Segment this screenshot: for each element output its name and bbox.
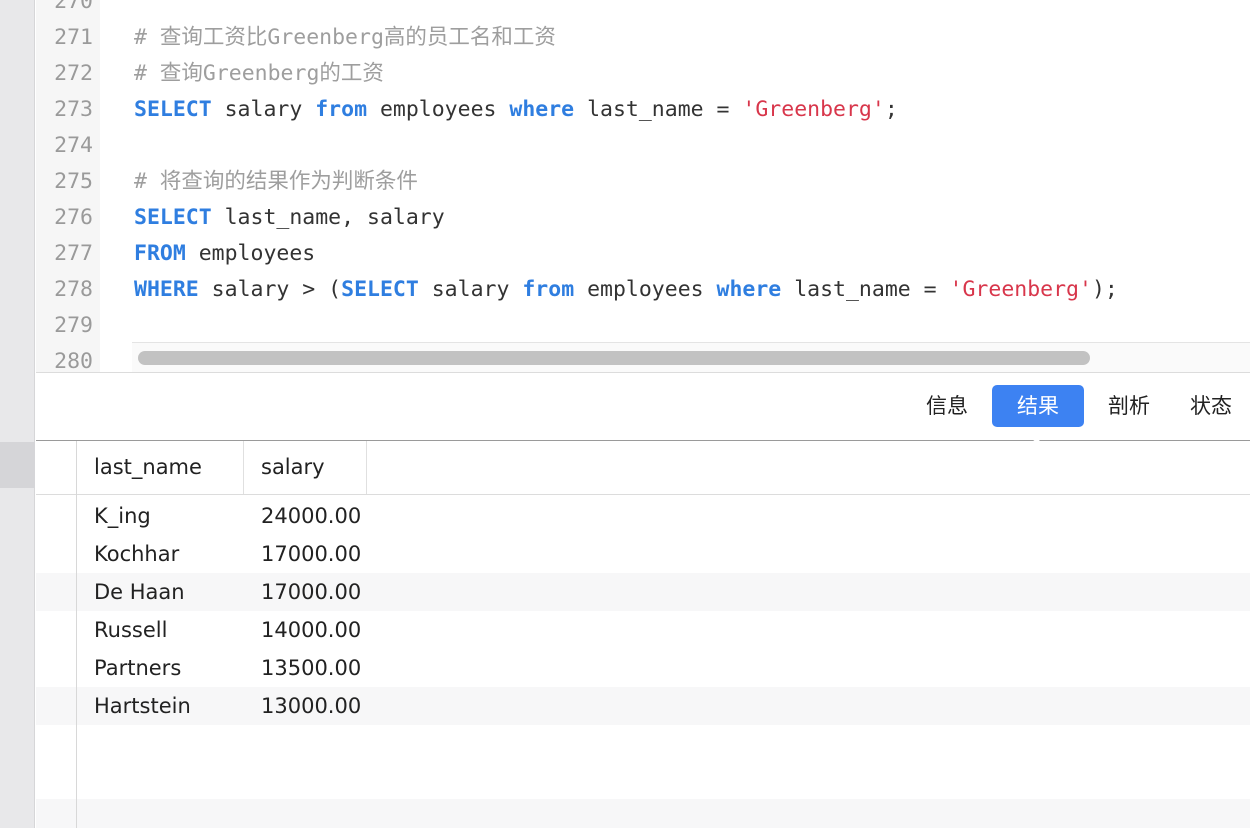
- string-literal: 'Greenberg': [742, 97, 885, 122]
- code-text: last_name =: [574, 97, 743, 122]
- code-text: salary: [418, 277, 523, 302]
- line-number: 278: [54, 277, 93, 302]
- table-row[interactable]: De Haan 17000.00: [36, 573, 1250, 611]
- cell-last-name[interactable]: De Haan: [77, 573, 244, 611]
- line-number: 272: [54, 61, 93, 86]
- cell-salary[interactable]: 17000.00: [244, 535, 374, 573]
- code-text: employees: [367, 97, 510, 122]
- line-number: 279: [54, 313, 93, 338]
- table-row[interactable]: K_ing 24000.00: [36, 497, 1250, 535]
- code-line[interactable]: SELECT last_name, salary: [134, 200, 445, 236]
- line-number: 275: [54, 169, 93, 194]
- comment-text: # 将查询的结果作为判断条件: [134, 169, 418, 194]
- result-grid[interactable]: last_name salary K_ing 24000.00 Kochhar …: [36, 441, 1250, 828]
- cell-salary[interactable]: 17000.00: [244, 573, 374, 611]
- table-row[interactable]: Partners 13500.00: [36, 649, 1250, 687]
- code-text: last_name, salary: [211, 205, 445, 230]
- table-row[interactable]: Kochhar 17000.00: [36, 535, 1250, 573]
- sql-keyword: where: [716, 277, 782, 302]
- sql-keyword: SELECT: [341, 277, 419, 302]
- line-number: 271: [54, 25, 93, 50]
- column-header-salary[interactable]: salary: [244, 441, 367, 494]
- tab-result-1[interactable]: 结果 1: [992, 385, 1084, 460]
- code-line[interactable]: WHERE salary > (SELECT salary from emplo…: [134, 272, 1118, 308]
- sql-keyword: where: [509, 97, 575, 122]
- line-number: 276: [54, 205, 93, 230]
- tab-status[interactable]: 状态: [1172, 385, 1250, 427]
- code-line[interactable]: # 查询工资比Greenberg高的员工名和工资: [134, 20, 556, 56]
- cell-last-name[interactable]: Hartstein: [77, 687, 244, 725]
- code-line[interactable]: SELECT salary from employees where last_…: [134, 92, 898, 128]
- comment-text: # 查询工资比Greenberg高的员工名和工资: [134, 25, 556, 50]
- row-selector-gutter[interactable]: [36, 441, 77, 828]
- cell-salary[interactable]: 13000.00: [244, 687, 374, 725]
- code-line[interactable]: # 将查询的结果作为判断条件: [134, 164, 418, 200]
- sql-keyword: SELECT: [134, 97, 212, 122]
- table-row[interactable]: Russell 14000.00: [36, 611, 1250, 649]
- cell-last-name[interactable]: Russell: [77, 611, 244, 649]
- comment-text: # 查询Greenberg的工资: [134, 61, 384, 86]
- code-text: salary > (: [198, 277, 342, 302]
- result-tab-bar: 信息 结果 1 剖析 状态: [36, 372, 1250, 460]
- sql-keyword: WHERE: [134, 277, 199, 302]
- sql-editor[interactable]: 270 271 272 273 274 275 276 277 278 279 …: [36, 0, 1250, 372]
- code-text: ;: [884, 97, 898, 122]
- cell-last-name[interactable]: Partners: [77, 649, 244, 687]
- sql-keyword: from: [522, 277, 575, 302]
- code-text: employees: [574, 277, 717, 302]
- cell-last-name[interactable]: Kochhar: [77, 535, 244, 573]
- line-number-gutter: 270 271 272 273 274 275 276 277 278 279 …: [36, 0, 100, 372]
- cell-salary[interactable]: 24000.00: [244, 497, 374, 535]
- line-number: 280: [54, 349, 93, 372]
- line-number: 270: [54, 0, 93, 14]
- cell-last-name[interactable]: K_ing: [77, 497, 244, 535]
- empty-grid-row: [36, 799, 1250, 828]
- line-number: 273: [54, 97, 93, 122]
- rail-selection-marker: [0, 442, 35, 488]
- code-text: );: [1091, 277, 1118, 302]
- code-text: last_name =: [781, 277, 950, 302]
- column-header-last-name[interactable]: last_name: [77, 441, 244, 494]
- sql-client-window: 270 271 272 273 274 275 276 277 278 279 …: [0, 0, 1250, 828]
- code-text-area[interactable]: # 查询工资比Greenberg高的员工名和工资 # 查询Greenberg的工…: [100, 0, 1250, 372]
- left-sidebar-rail: [0, 0, 35, 828]
- tab-profile[interactable]: 剖析: [1090, 385, 1168, 427]
- sql-keyword: from: [315, 97, 368, 122]
- code-text: employees: [185, 241, 316, 266]
- cell-salary[interactable]: 13500.00: [244, 649, 374, 687]
- grid-header: last_name salary: [36, 441, 1250, 495]
- line-number: 277: [54, 241, 93, 266]
- horizontal-scrollbar-thumb[interactable]: [138, 351, 1090, 365]
- table-row[interactable]: Hartstein 13000.00: [36, 687, 1250, 725]
- horizontal-scrollbar[interactable]: [132, 342, 1250, 372]
- string-literal: 'Greenberg': [949, 277, 1092, 302]
- code-line[interactable]: # 查询Greenberg的工资: [134, 56, 384, 92]
- code-line[interactable]: FROM employees: [134, 236, 315, 272]
- line-number: 274: [54, 133, 93, 158]
- cell-salary[interactable]: 14000.00: [244, 611, 374, 649]
- code-text: salary: [211, 97, 316, 122]
- sql-keyword: FROM: [134, 241, 186, 266]
- sql-keyword: SELECT: [134, 205, 212, 230]
- tab-info[interactable]: 信息: [908, 385, 986, 427]
